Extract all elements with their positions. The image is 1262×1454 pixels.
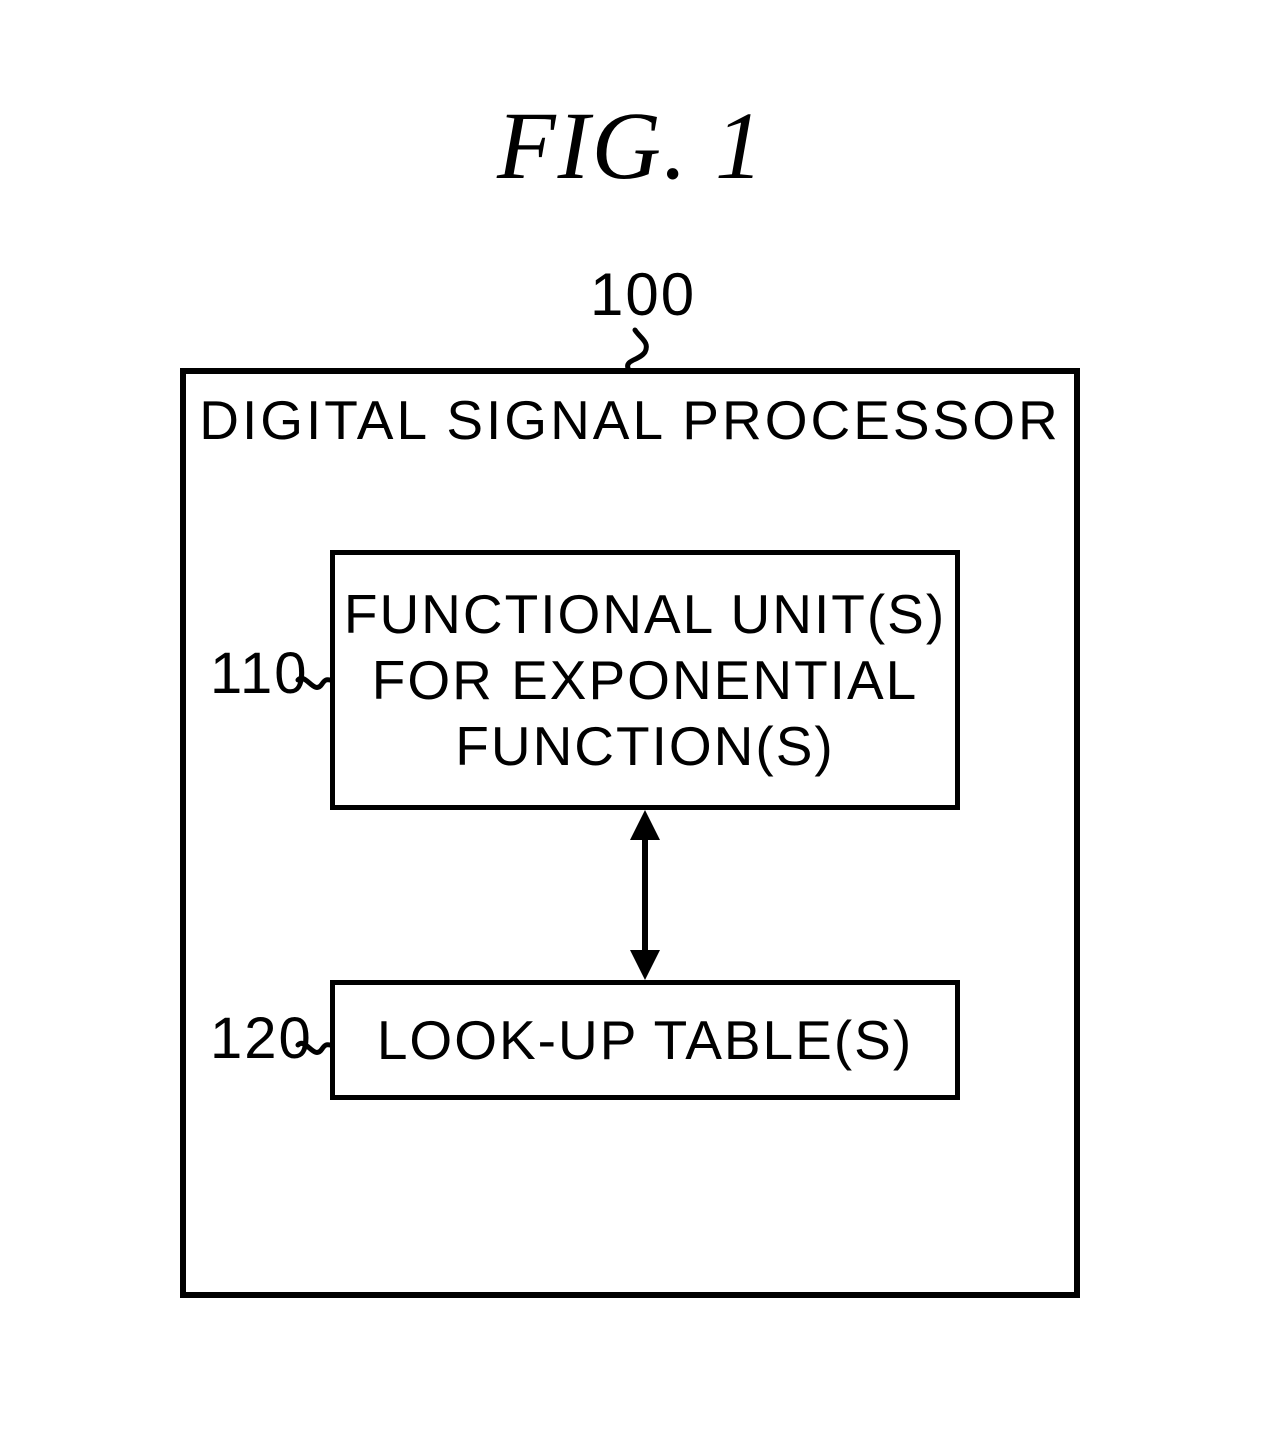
- func-line-2: FOR EXPONENTIAL: [344, 647, 946, 713]
- func-line-1: FUNCTIONAL UNIT(S): [344, 581, 946, 647]
- dsp-label: DIGITAL SIGNAL PROCESSOR: [180, 388, 1080, 452]
- reference-numeral-100: 100: [590, 260, 696, 329]
- lookup-table-box: LOOK-UP TABLE(S): [330, 980, 960, 1100]
- reference-numeral-120: 120: [210, 1005, 313, 1072]
- functional-units-box: FUNCTIONAL UNIT(S) FOR EXPONENTIAL FUNCT…: [330, 550, 960, 810]
- figure-title: FIG. 1: [0, 90, 1262, 201]
- patent-figure-page: FIG. 1 100 DIGITAL SIGNAL PROCESSOR FUNC…: [0, 0, 1262, 1454]
- lut-label: LOOK-UP TABLE(S): [377, 1008, 913, 1072]
- reference-numeral-110: 110: [210, 640, 308, 707]
- func-line-3: FUNCTION(S): [344, 713, 946, 779]
- dsp-container-box: [180, 368, 1080, 1298]
